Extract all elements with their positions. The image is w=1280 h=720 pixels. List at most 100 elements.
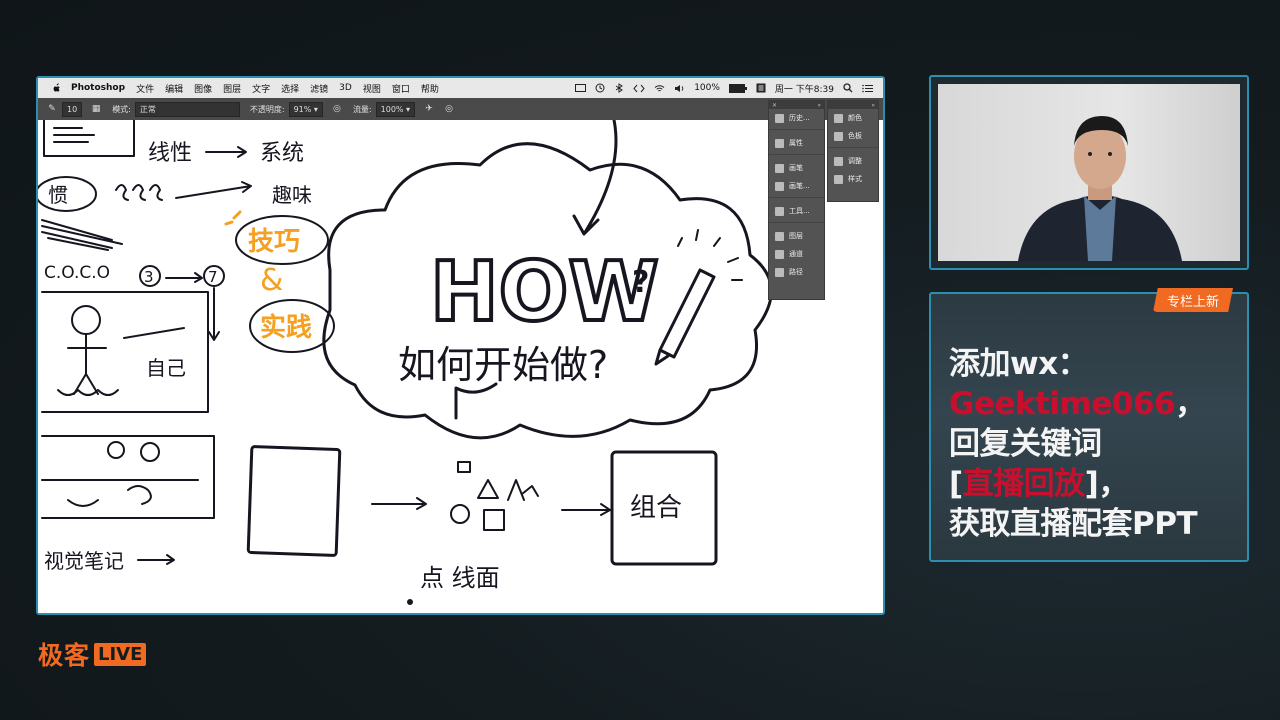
panel-layers[interactable]: 图层 (769, 227, 824, 245)
menu-3d[interactable]: 3D (339, 83, 352, 93)
panel-close-icon[interactable]: ✕ (772, 102, 777, 109)
pressure-size-icon[interactable]: ◎ (443, 103, 455, 115)
menu-type[interactable]: 文字 (252, 82, 270, 95)
promo-text: 添加wx： Geektime066， 回复关键词 [直播回放]， 获取直播配套P… (949, 344, 1206, 544)
menu-help[interactable]: 帮助 (421, 82, 439, 95)
sketch-word-practice: 实践 (260, 312, 312, 343)
sketch-num-3: 3 (144, 268, 154, 286)
panel-swatches-label: 色板 (848, 132, 862, 140)
panel-color-label: 颜色 (848, 114, 862, 122)
sketch-word-fun: 趣味 (272, 183, 312, 207)
hand-drawn-sketch: 线性 系统 惯 趣味 C.O.C.O 3 7 自己 视觉笔记 技巧 & 实践 H… (38, 118, 773, 605)
apple-icon[interactable] (52, 83, 61, 93)
panel-paths[interactable]: 路径 (769, 263, 824, 281)
sketch-word-visual-notes: 视觉笔记 (44, 549, 124, 573)
panel-styles[interactable]: 样式 (828, 170, 878, 188)
sketch-word-linear: 线性 (148, 141, 192, 166)
menu-file[interactable]: 文件 (136, 82, 154, 95)
sketch-word-self: 自己 (146, 356, 186, 380)
wifi-icon[interactable] (654, 84, 665, 93)
history-icon (775, 113, 784, 123)
promo-line-3: 回复关键词 (949, 426, 1102, 462)
menu-layer[interactable]: 图层 (223, 82, 241, 95)
sketch-word-group: 组合 (630, 493, 682, 523)
photoshop-options-bar: ✎ 10 ▦ 模式: 正常 不透明度: 91% ▾ ◎ 流量: 100% ▾ ✈… (38, 98, 883, 120)
mac-menu-bar: Photoshop 文件 编辑 图像 图层 文字 选择 滤镜 3D 视图 窗口 … (38, 78, 883, 98)
input-method-icon[interactable] (756, 83, 766, 93)
properties-icon (775, 138, 784, 148)
geektime-live-logo: 极客 LIVE (38, 636, 147, 672)
code-icon[interactable] (633, 84, 645, 93)
promo-line-4: [直播回放]， (949, 464, 1206, 504)
sketch-word-system: 系统 (260, 141, 304, 166)
flow-input[interactable]: 100% ▾ (375, 101, 416, 117)
promo-bracket-open: [ (949, 466, 963, 502)
brush-tool-icon[interactable]: ✎ (46, 103, 58, 115)
panel-history[interactable]: 历史... (769, 109, 824, 127)
battery-percent: 100% (694, 83, 720, 93)
tool-presets-icon (775, 206, 784, 216)
promo-keyword: 直播回放 (962, 466, 1086, 502)
panel-layers-label: 图层 (789, 232, 803, 240)
brush-panel-toggle-icon[interactable]: ▦ (90, 103, 102, 115)
flow-value: 100% (380, 104, 404, 114)
opacity-input[interactable]: 91% ▾ (288, 101, 323, 117)
panel-tool-presets[interactable]: 工具... (769, 202, 824, 220)
opacity-label: 不透明度: (249, 104, 285, 114)
brush-presets-icon (775, 181, 784, 191)
pressure-opacity-icon[interactable]: ◎ (331, 103, 343, 115)
brush-size-picker[interactable]: 10 (62, 101, 83, 117)
webcam-frame (929, 75, 1249, 270)
promo-wechat-id: Geektime066 (949, 386, 1176, 422)
menu-window[interactable]: 窗口 (392, 82, 410, 95)
menubar-clock[interactable]: 周一 下午8:39 (775, 82, 834, 95)
promo-line-2-suffix: ， (1175, 386, 1206, 422)
panel-brush-presets-label: 画笔... (789, 182, 810, 190)
menu-filter[interactable]: 滤镜 (310, 82, 328, 95)
menu-image[interactable]: 图像 (194, 82, 212, 95)
photoshop-panel-dock-right: » 颜色 色板 调整 样式 (827, 100, 879, 202)
menu-select[interactable]: 选择 (281, 82, 299, 95)
time-machine-icon[interactable] (595, 83, 605, 93)
new-column-badge[interactable]: 专栏上新 (1152, 288, 1233, 312)
battery-icon[interactable] (728, 83, 747, 93)
adjustments-icon (834, 156, 843, 166)
spotlight-search-icon[interactable] (843, 83, 853, 93)
panel-collapse-icon[interactable]: » (817, 102, 821, 109)
brush-size-value: 10 (67, 104, 78, 114)
mode-select[interactable]: 正常 (134, 101, 240, 117)
menu-view[interactable]: 视图 (363, 82, 381, 95)
mode-value: 正常 (139, 104, 156, 114)
panel-color[interactable]: 颜色 (828, 109, 878, 127)
menu-app-name[interactable]: Photoshop (71, 83, 125, 93)
sketch-question: 如何开始做? (398, 343, 608, 387)
notification-center-icon[interactable] (862, 84, 873, 93)
panel-properties[interactable]: 属性 (769, 134, 824, 152)
sketch-coco: C.O.C.O (44, 263, 110, 283)
panel-history-label: 历史... (789, 114, 810, 122)
new-column-badge-label: 专栏上新 (1166, 294, 1219, 310)
photoshop-canvas[interactable]: 线性 系统 惯 趣味 C.O.C.O 3 7 自己 视觉笔记 技巧 & 实践 H… (38, 118, 881, 613)
sketch-word-habit: 惯 (48, 183, 68, 207)
panel-brush-presets[interactable]: 画笔... (769, 177, 824, 195)
panel-adjustments[interactable]: 调整 (828, 152, 878, 170)
panel-brush[interactable]: 画笔 (769, 159, 824, 177)
panel-channels[interactable]: 通道 (769, 245, 824, 263)
panel-brush-label: 画笔 (789, 164, 803, 172)
panel-swatches[interactable]: 色板 (828, 127, 878, 145)
display-icon[interactable] (575, 83, 587, 93)
panel-properties-label: 属性 (789, 139, 803, 147)
mode-label: 模式: (112, 104, 131, 114)
panel-channels-label: 通道 (789, 250, 803, 258)
opacity-value: 91% (293, 104, 312, 114)
volume-icon[interactable] (674, 84, 685, 93)
swatches-icon (834, 131, 843, 141)
bluetooth-icon[interactable] (614, 83, 624, 93)
airbrush-icon[interactable]: ✈ (423, 103, 435, 115)
panel-b-collapse-icon[interactable]: » (871, 102, 875, 109)
panel-adjustments-label: 调整 (848, 157, 862, 165)
promo-line-1: 添加wx： (949, 346, 1089, 382)
menu-edit[interactable]: 编辑 (165, 82, 183, 95)
presenter-figure (1018, 116, 1182, 261)
panel-paths-label: 路径 (789, 268, 803, 276)
